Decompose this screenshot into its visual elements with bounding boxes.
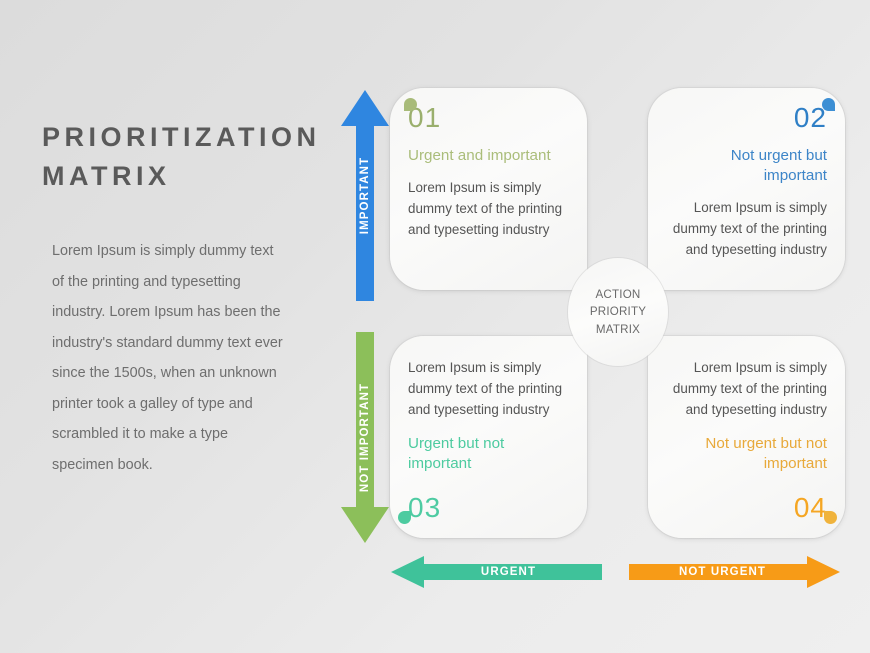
quadrant-body-04: Lorem Ipsum is simply dummy text of the …	[672, 360, 827, 417]
slide-canvas: PRIORITIZATION MATRIX Lorem Ipsum is sim…	[0, 0, 870, 653]
axis-label-not-important: NOT IMPORTANT	[359, 382, 371, 493]
leaf-shape	[404, 98, 417, 111]
axis-arrow-urgent[interactable]: URGENT	[390, 555, 603, 589]
quadrant-card-03[interactable]: Lorem Ipsum is simply dummy text of the …	[390, 336, 587, 538]
quadrant-heading-04: Not urgent but not important	[705, 435, 827, 473]
priority-matrix: 01 Urgent and important Lorem Ipsum is s…	[390, 88, 845, 538]
quadrant-number-04: 04	[793, 492, 827, 523]
axis-arrow-not-urgent[interactable]: NOT URGENT	[628, 555, 841, 589]
quadrant-card-04[interactable]: Lorem Ipsum is simply dummy text of the …	[648, 336, 845, 538]
leaf-accent-icon	[824, 511, 837, 524]
matrix-center-hub: ACTION PRIORITY MATRIX	[568, 258, 668, 366]
matrix-center-label: ACTION PRIORITY MATRIX	[589, 287, 647, 336]
quadrant-number-02: 02	[793, 102, 827, 133]
quadrant-heading-02: Not urgent but important	[730, 147, 827, 185]
intro-paragraph: Lorem Ipsum is simply dummy text of the …	[52, 243, 283, 473]
leaf-shape	[398, 511, 411, 524]
intro-panel: PRIORITIZATION MATRIX Lorem Ipsum is sim…	[42, 118, 332, 495]
leaf-accent-icon	[822, 98, 835, 111]
axis-label-urgent: URGENT	[480, 566, 537, 578]
page-title: PRIORITIZATION MATRIX	[42, 122, 321, 192]
axis-label-important: IMPORTANT	[359, 156, 371, 235]
quadrant-number-03: 03	[408, 492, 442, 523]
leaf-accent-icon	[398, 511, 411, 524]
quadrant-card-01[interactable]: 01 Urgent and important Lorem Ipsum is s…	[390, 88, 587, 290]
quadrant-body-02: Lorem Ipsum is simply dummy text of the …	[672, 200, 827, 257]
quadrant-card-02[interactable]: 02 Not urgent but important Lorem Ipsum …	[648, 88, 845, 290]
leaf-shape	[822, 98, 835, 111]
axis-arrow-not-important[interactable]: NOT IMPORTANT	[340, 330, 390, 545]
axis-label-not-urgent: NOT URGENT	[678, 566, 767, 578]
quadrant-heading-03: Urgent but not important	[408, 435, 505, 473]
axis-arrow-important[interactable]: IMPORTANT	[340, 88, 390, 303]
quadrant-heading-01: Urgent and important	[408, 147, 551, 164]
quadrant-body-03: Lorem Ipsum is simply dummy text of the …	[408, 360, 563, 417]
leaf-accent-icon	[404, 98, 417, 111]
quadrant-number-01: 01	[408, 102, 442, 133]
quadrant-body-01: Lorem Ipsum is simply dummy text of the …	[408, 180, 563, 237]
leaf-shape	[824, 511, 837, 524]
